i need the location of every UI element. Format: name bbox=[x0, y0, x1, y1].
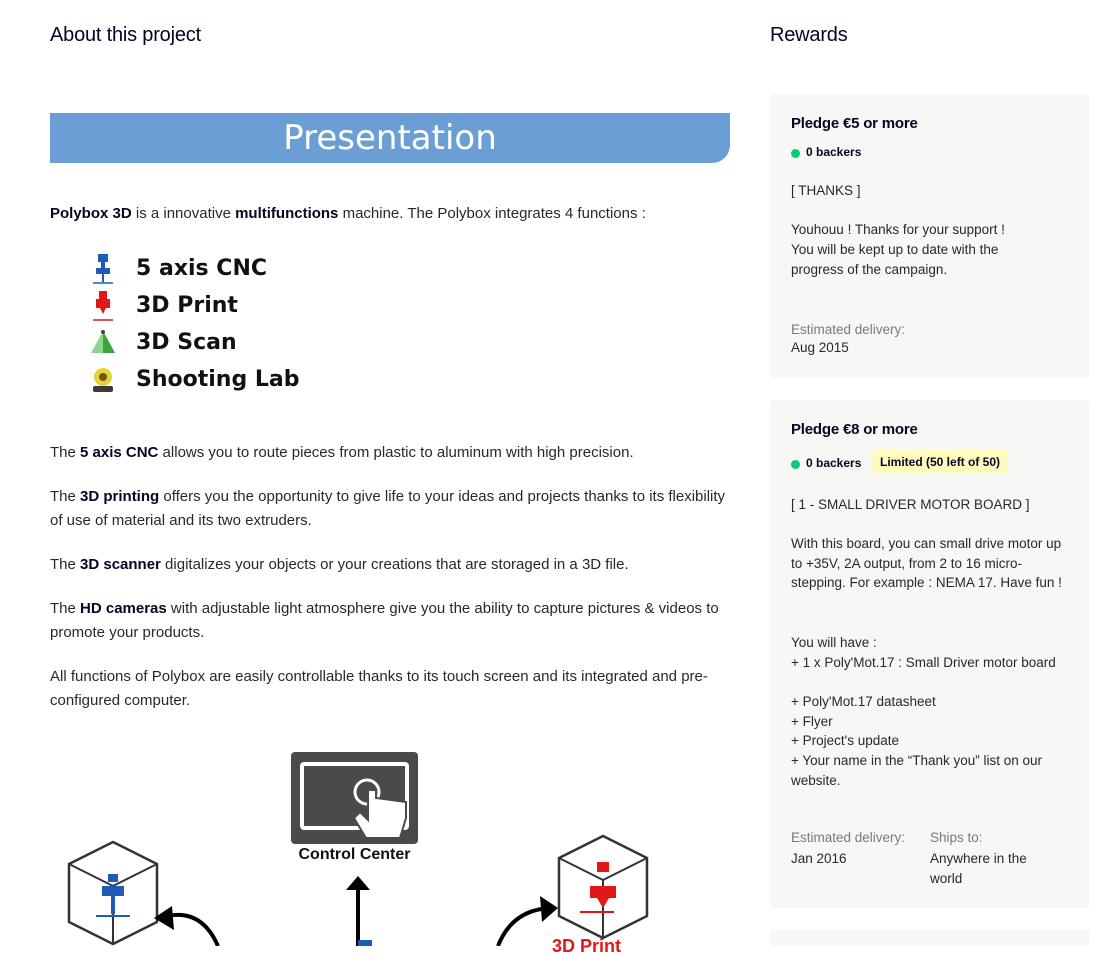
print-diagram-label: 3D Print bbox=[552, 936, 622, 956]
delivery-value: Aug 2015 bbox=[791, 340, 849, 355]
intro-paragraph: Polybox 3D is a innovative multifunction… bbox=[50, 202, 730, 226]
paragraph-text: The bbox=[50, 488, 81, 505]
paragraph-bold: 3D printing bbox=[80, 488, 160, 505]
delivery-label: Estimated delivery: bbox=[791, 830, 906, 845]
delivery-value: Jan 2016 bbox=[791, 851, 847, 866]
paragraph-scanner: The 3D scanner digitalizes your objects … bbox=[50, 553, 730, 577]
backers-text: 0 backers bbox=[806, 456, 862, 470]
reward-body-line: You will be kept up to date with the pro… bbox=[791, 242, 999, 277]
ships-label: Ships to: bbox=[930, 830, 983, 845]
reward-description: With this board, you can small drive mot… bbox=[791, 536, 1062, 591]
cnc-spindle-icon bbox=[88, 253, 118, 285]
ships-value: Anywhere in the world bbox=[930, 851, 1027, 886]
control-center-label: Control Center bbox=[298, 846, 411, 863]
touchscreen-icon bbox=[291, 752, 418, 844]
paragraph-bold: HD cameras bbox=[80, 600, 167, 617]
paragraph-text: The bbox=[50, 600, 81, 617]
reward-item: + Project's update bbox=[791, 733, 900, 748]
pledge-amount: Pledge €8 or more bbox=[791, 421, 918, 438]
pledge-amount: Pledge €5 or more bbox=[791, 115, 918, 132]
backers-count: 0 backers bbox=[791, 456, 861, 470]
backers-dot-icon bbox=[791, 459, 800, 469]
function-label: Shooting Lab bbox=[136, 367, 300, 392]
paragraph-cameras: The HD cameras with adjustable light atm… bbox=[50, 597, 730, 645]
intro-bold-2: multifunctions bbox=[235, 205, 339, 222]
reward-card-next[interactable] bbox=[770, 930, 1090, 946]
reward-body-line: Youhouu ! Thanks for your support ! bbox=[791, 222, 1005, 237]
reward-item: + 1 x Poly'Mot.17 : Small Driver motor b… bbox=[791, 655, 1056, 670]
rewards-heading: Rewards bbox=[770, 24, 848, 46]
paragraph-text: digitalizes your objects or your creatio… bbox=[160, 556, 629, 573]
paragraph-bold: 5 axis CNC bbox=[80, 444, 159, 461]
paragraph-text: The bbox=[50, 556, 81, 573]
backers-count: 0 backers bbox=[791, 145, 861, 159]
workflow-diagram: Control Center 3D Print bbox=[50, 740, 730, 956]
backers-dot-icon bbox=[791, 148, 800, 158]
print-module-icon bbox=[557, 834, 649, 940]
function-item-cnc: 5 axis CNC bbox=[88, 250, 299, 287]
function-item-print: 3D Print bbox=[88, 287, 299, 324]
limited-badge: Limited (50 left of 50) bbox=[872, 450, 1009, 474]
reward-card-5[interactable]: Pledge €5 or more 0 backers [ THANKS ] Y… bbox=[770, 94, 1090, 378]
reward-title: [ 1 - SMALL DRIVER MOTOR BOARD ] bbox=[791, 497, 1030, 512]
presentation-banner: Presentation bbox=[50, 113, 730, 163]
reward-item: + Flyer bbox=[791, 714, 833, 729]
3d-print-nozzle-icon bbox=[88, 290, 118, 322]
paragraph-text: All functions of Polybox are easily cont… bbox=[50, 668, 708, 709]
function-label: 5 axis CNC bbox=[136, 256, 268, 281]
function-label: 3D Print bbox=[136, 293, 238, 318]
reward-card-8[interactable]: Pledge €8 or more 0 backers Limited (50 … bbox=[770, 400, 1090, 908]
paragraph-bold: 3D scanner bbox=[80, 556, 161, 573]
backers-text: 0 backers bbox=[806, 145, 862, 159]
camera-icon bbox=[88, 364, 118, 396]
function-item-scan: 3D Scan bbox=[88, 324, 299, 361]
intro-text-1: is a innovative bbox=[131, 205, 236, 222]
cnc-module-icon bbox=[67, 840, 159, 946]
function-label: 3D Scan bbox=[136, 330, 237, 355]
3d-scan-cone-icon bbox=[88, 327, 118, 359]
intro-bold-1: Polybox 3D bbox=[50, 205, 132, 222]
have-label: You will have : bbox=[791, 635, 877, 650]
delivery-label: Estimated delivery: bbox=[791, 322, 906, 337]
paragraph-cnc: The 5 axis CNC allows you to route piece… bbox=[50, 441, 730, 465]
paragraph-text: The bbox=[50, 444, 81, 461]
paragraph-printing: The 3D printing offers you the opportuni… bbox=[50, 485, 730, 533]
reward-title: [ THANKS ] bbox=[791, 183, 861, 198]
intro-text-2: machine. The Polybox integrates 4 functi… bbox=[338, 205, 646, 222]
about-heading: About this project bbox=[50, 24, 201, 46]
function-item-shooting: Shooting Lab bbox=[88, 361, 299, 398]
functions-list: 5 axis CNC 3D Print 3D Scan Shooting Lab bbox=[88, 250, 299, 398]
reward-item: + Poly'Mot.17 datasheet bbox=[791, 694, 936, 709]
paragraph-controls: All functions of Polybox are easily cont… bbox=[50, 665, 730, 713]
paragraph-text: allows you to route pieces from plastic … bbox=[158, 444, 634, 461]
reward-item: + Your name in the “Thank you” list on o… bbox=[791, 753, 1043, 788]
